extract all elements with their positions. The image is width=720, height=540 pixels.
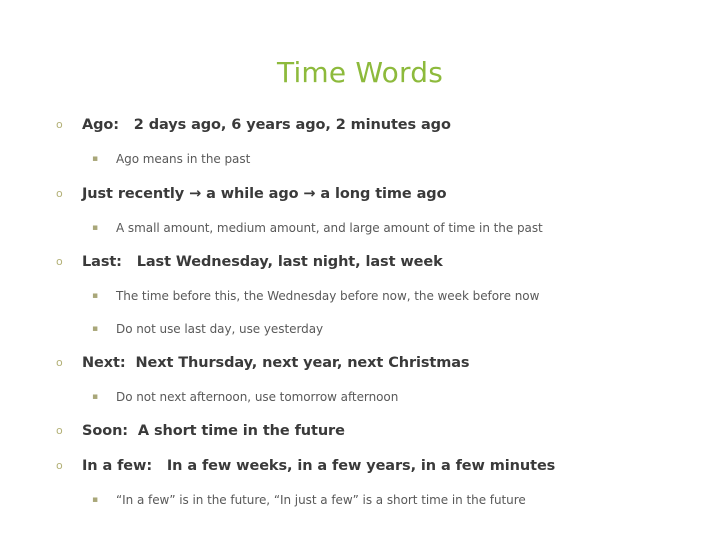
square-bullet-icon: ▪ (92, 495, 99, 505)
bullet-text-ago: Ago: 2 days ago, 6 years ago, 2 minutes … (82, 117, 451, 133)
sub-bullet-text-ago-0: Ago means in the past (116, 152, 251, 166)
sub-bullet-item-last-0: ▪ The time before this, the Wednesday be… (0, 286, 720, 306)
circle-bullet-icon: o (56, 459, 63, 472)
sub-bullet-item-just-recently-0: ▪ A small amount, medium amount, and lar… (0, 218, 720, 238)
bullet-text-soon: Soon: A short time in the future (82, 423, 345, 439)
circle-bullet-icon: o (56, 356, 63, 369)
slide-body: o Ago: 2 days ago, 6 years ago, 2 minute… (0, 114, 720, 514)
bullet-item-ago: o Ago: 2 days ago, 6 years ago, 2 minute… (0, 114, 720, 136)
sub-bullet-text-last-0: The time before this, the Wednesday befo… (116, 289, 540, 303)
circle-bullet-icon: o (56, 187, 63, 200)
sub-bullet-item-ago-0: ▪ Ago means in the past (0, 149, 720, 169)
square-bullet-icon: ▪ (92, 154, 99, 164)
bullet-text-next: Next: Next Thursday, next year, next Chr… (82, 355, 470, 371)
sub-bullet-text-in-a-few-0: “In a few” is in the future, “In just a … (116, 493, 526, 507)
circle-bullet-icon: o (56, 255, 63, 268)
bullet-item-last: o Last: Last Wednesday, last night, last… (0, 251, 720, 273)
page-title: Time Words (277, 56, 443, 89)
bullet-text-last: Last: Last Wednesday, last night, last w… (82, 254, 443, 270)
square-bullet-icon: ▪ (92, 324, 99, 334)
sub-bullet-text-last-1: Do not use last day, use yesterday (116, 322, 324, 336)
circle-bullet-icon: o (56, 424, 63, 437)
sub-bullet-item-in-a-few-0: ▪ “In a few” is in the future, “In just … (0, 490, 720, 510)
sub-bullet-item-last-1: ▪ Do not use last day, use yesterday (0, 319, 720, 339)
sub-bullet-item-next-0: ▪ Do not next afternoon, use tomorrow af… (0, 387, 720, 407)
square-bullet-icon: ▪ (92, 392, 99, 402)
square-bullet-icon: ▪ (92, 223, 99, 233)
slide-canvas: Time Words o Ago: 2 days ago, 6 years ag… (0, 0, 720, 540)
sub-bullet-text-just-recently-0: A small amount, medium amount, and large… (116, 221, 543, 235)
bullet-item-next: o Next: Next Thursday, next year, next C… (0, 352, 720, 374)
bullet-text-just-recently: Just recently → a while ago → a long tim… (82, 186, 447, 202)
bullet-item-soon: o Soon: A short time in the future (0, 420, 720, 442)
circle-bullet-icon: o (56, 118, 63, 131)
bullet-item-just-recently: o Just recently → a while ago → a long t… (0, 183, 720, 205)
bullet-text-in-a-few: In a few: In a few weeks, in a few years… (82, 458, 556, 474)
square-bullet-icon: ▪ (92, 291, 99, 301)
bullet-item-in-a-few: o In a few: In a few weeks, in a few yea… (0, 455, 720, 477)
sub-bullet-text-next-0: Do not next afternoon, use tomorrow afte… (116, 390, 399, 404)
